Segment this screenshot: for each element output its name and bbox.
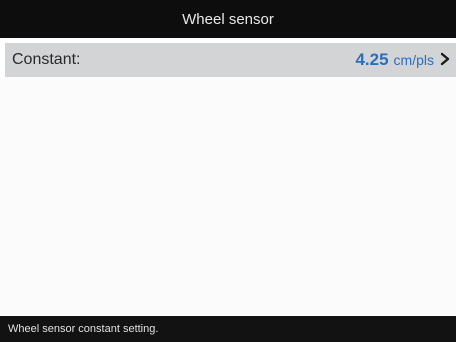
- status-text: Wheel sensor constant setting.: [8, 323, 159, 335]
- setting-value-number: 4.25: [355, 50, 389, 69]
- setting-value-unit: cm/pls: [393, 52, 434, 68]
- status-bar: Wheel sensor constant setting.: [0, 316, 456, 342]
- setting-label: Constant:: [12, 51, 81, 68]
- content-area: [0, 77, 456, 315]
- constant-setting-row[interactable]: Constant: 4.25 cm/pls: [5, 43, 456, 77]
- title-bar: Wheel sensor: [0, 0, 456, 38]
- page-title: Wheel sensor: [182, 10, 274, 28]
- chevron-right-icon[interactable]: [439, 52, 451, 66]
- setting-value: 4.25 cm/pls: [355, 50, 434, 70]
- screen: Wheel sensor Constant: 4.25 cm/pls Wheel…: [0, 0, 456, 342]
